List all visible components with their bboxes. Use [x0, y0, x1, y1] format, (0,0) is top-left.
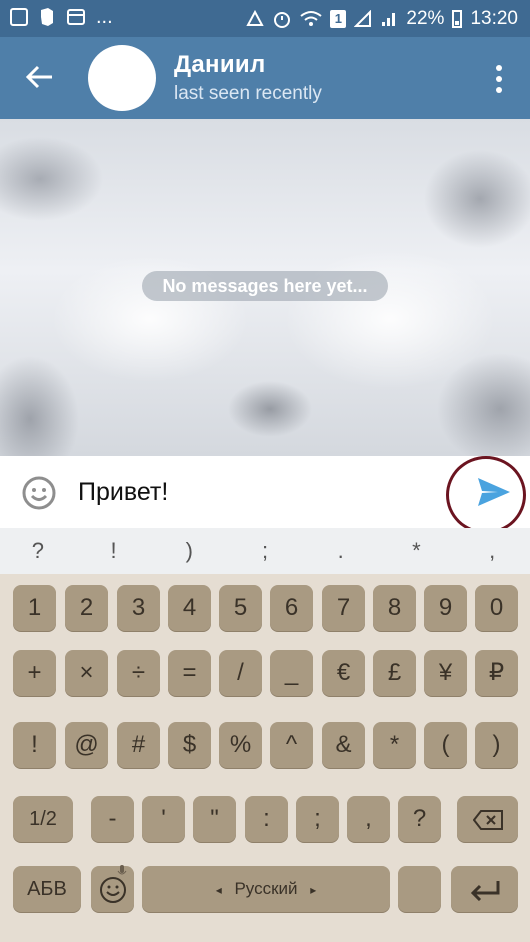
wifi-icon: [300, 11, 323, 26]
suggestion-period[interactable]: .: [303, 528, 379, 574]
key-3[interactable]: 3: [117, 585, 160, 631]
key-asterisk[interactable]: *: [373, 722, 416, 768]
key-right-paren[interactable]: ): [475, 722, 518, 768]
space-language-label: Русский: [234, 879, 298, 898]
period-key[interactable]: [398, 866, 441, 912]
suggestion-question[interactable]: ?: [0, 528, 76, 574]
signal-icon-2: [382, 13, 396, 26]
emoji-key[interactable]: [91, 866, 134, 912]
language-left-arrow: ◂: [215, 883, 222, 897]
mic-icon: [117, 865, 127, 875]
key-exclamation[interactable]: !: [13, 722, 56, 768]
emoji-icon[interactable]: [22, 476, 56, 510]
key-euro[interactable]: €: [322, 650, 365, 696]
key-1[interactable]: 1: [13, 585, 56, 631]
contact-name[interactable]: Даниил: [174, 51, 266, 79]
more-notifications: ...: [96, 6, 113, 28]
key-divide[interactable]: ÷: [117, 650, 160, 696]
sim-badge: 1: [330, 10, 347, 28]
chat-header: Даниил last seen recently: [0, 37, 530, 119]
suggestion-asterisk[interactable]: *: [379, 528, 455, 574]
key-6[interactable]: 6: [270, 585, 313, 631]
suggestion-semicolon[interactable]: ;: [227, 528, 303, 574]
key-apostrophe[interactable]: ': [142, 796, 185, 842]
key-at[interactable]: @: [65, 722, 108, 768]
key-colon[interactable]: :: [245, 796, 288, 842]
key-comma[interactable]: ,: [347, 796, 390, 842]
keyboard: 1 2 3 4 5 6 7 8 9 0 + × ÷ = / _ € £ ¥ ₽ …: [0, 574, 530, 942]
key-ruble[interactable]: ₽: [475, 650, 518, 696]
backspace-key[interactable]: [457, 796, 518, 842]
key-quote[interactable]: ": [193, 796, 236, 842]
emoji-keyboard-icon: [99, 876, 126, 903]
back-arrow-icon[interactable]: [24, 61, 56, 93]
recycle-icon: [246, 10, 265, 26]
key-0[interactable]: 0: [475, 585, 518, 631]
status-right-icons: 1 22% 13:20: [246, 8, 518, 30]
battery-percent: 22%: [406, 8, 445, 29]
key-equals[interactable]: =: [168, 650, 211, 696]
enter-icon: [470, 880, 499, 901]
more-options-icon[interactable]: [494, 65, 504, 93]
key-dollar[interactable]: $: [168, 722, 211, 768]
clock: 13:20: [470, 8, 518, 29]
backspace-icon: [472, 809, 503, 830]
battery-icon: [452, 10, 463, 28]
key-pound[interactable]: £: [373, 650, 416, 696]
send-icon[interactable]: [476, 476, 512, 508]
key-underscore[interactable]: _: [270, 650, 313, 696]
empty-chat-label: No messages here yet...: [142, 271, 388, 301]
key-8[interactable]: 8: [373, 585, 416, 631]
key-fraction[interactable]: 1/2: [13, 796, 73, 842]
message-input[interactable]: [76, 470, 440, 514]
alarm-icon: [274, 12, 291, 28]
archive-notification-icon: [67, 9, 85, 25]
key-ampersand[interactable]: &: [322, 722, 365, 768]
key-plus[interactable]: +: [13, 650, 56, 696]
status-left-icons: ...: [10, 7, 113, 27]
key-9[interactable]: 9: [424, 585, 467, 631]
last-seen-status: last seen recently: [174, 83, 322, 104]
key-percent[interactable]: %: [219, 722, 262, 768]
suggestion-paren[interactable]: ): [151, 528, 227, 574]
key-left-paren[interactable]: (: [424, 722, 467, 768]
gallery-notification-icon: [10, 8, 28, 26]
status-bar: ... 1 22% 13:20: [0, 0, 530, 37]
key-7[interactable]: 7: [322, 585, 365, 631]
enter-key[interactable]: [451, 866, 518, 912]
key-question[interactable]: ?: [398, 796, 441, 842]
space-key[interactable]: ◂ Русский ▸: [142, 866, 390, 912]
avatar[interactable]: [88, 45, 156, 111]
key-5[interactable]: 5: [219, 585, 262, 631]
key-caret[interactable]: ^: [270, 722, 313, 768]
key-2[interactable]: 2: [65, 585, 108, 631]
key-semicolon[interactable]: ;: [296, 796, 339, 842]
evernote-notification-icon: [41, 8, 53, 26]
suggestion-exclamation[interactable]: !: [76, 528, 152, 574]
key-hash[interactable]: #: [117, 722, 160, 768]
signal-icon-1: [354, 10, 372, 27]
key-yen[interactable]: ¥: [424, 650, 467, 696]
key-4[interactable]: 4: [168, 585, 211, 631]
key-multiply[interactable]: ×: [65, 650, 108, 696]
suggestion-comma[interactable]: ,: [454, 528, 530, 574]
key-slash[interactable]: /: [219, 650, 262, 696]
language-right-arrow: ▸: [310, 883, 317, 897]
key-dash[interactable]: -: [91, 796, 134, 842]
suggestion-bar: ? ! ) ; . * ,: [0, 528, 530, 574]
abc-key[interactable]: АБВ: [13, 866, 81, 912]
